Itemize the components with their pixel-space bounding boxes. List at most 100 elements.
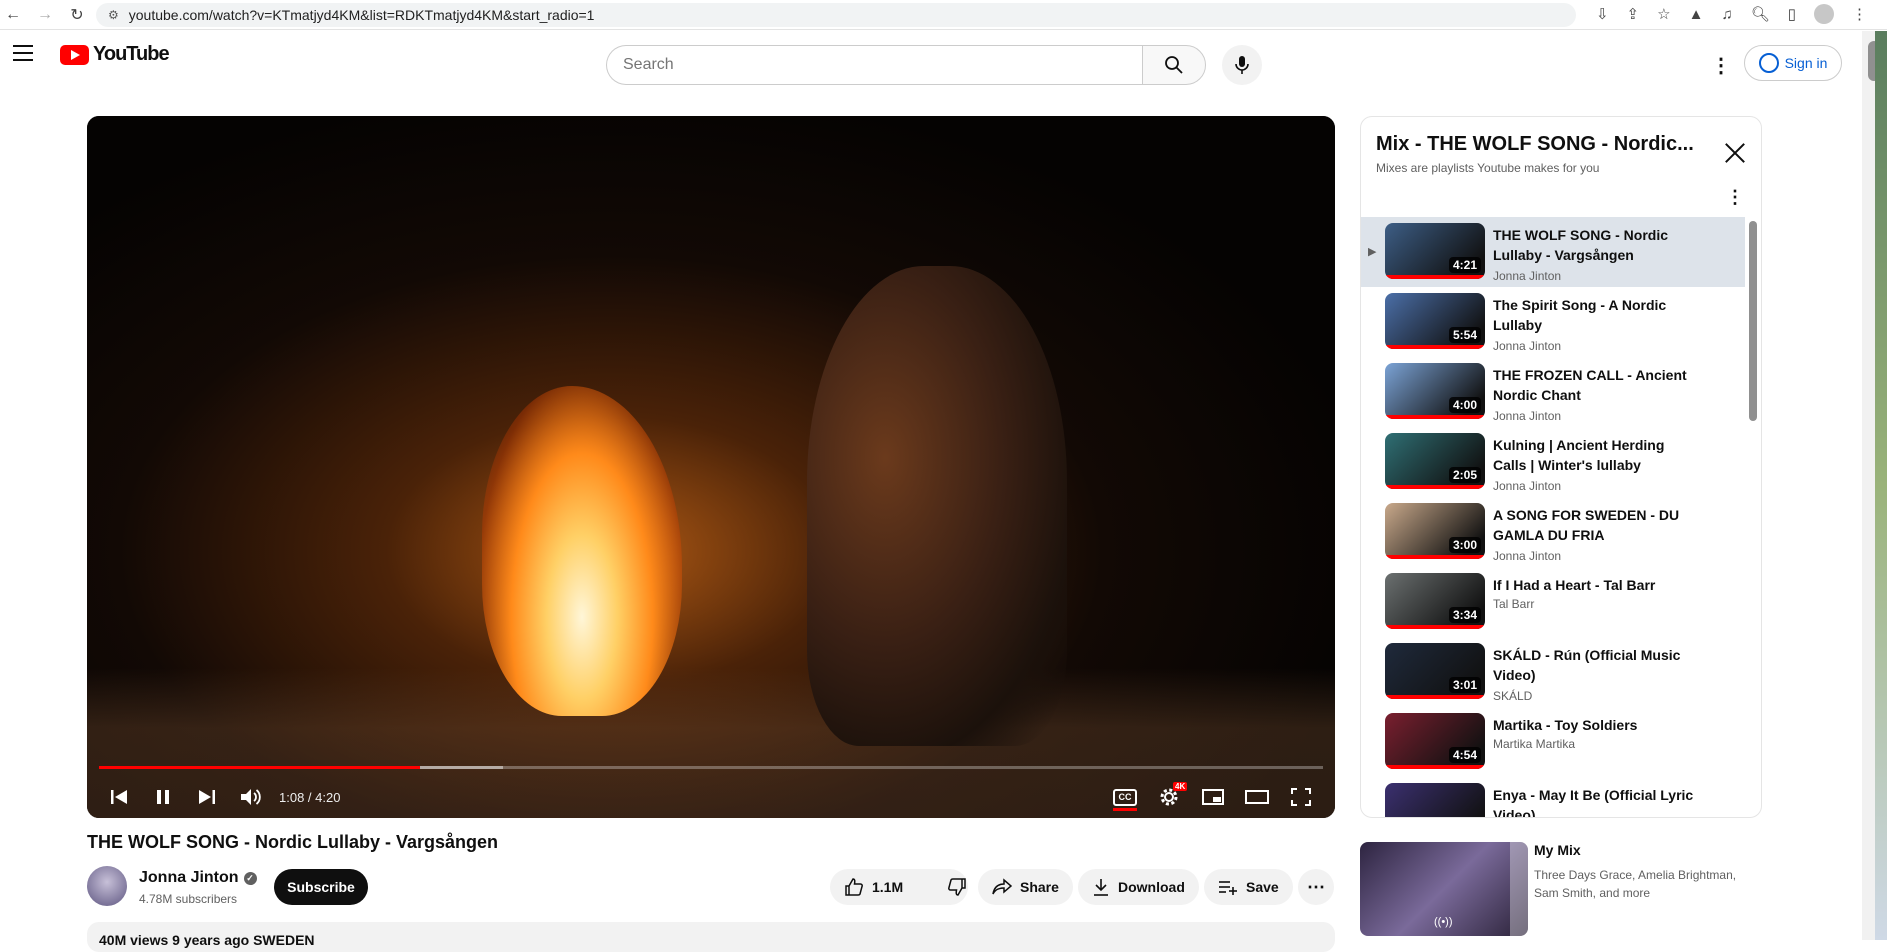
fullscreen-icon bbox=[1291, 788, 1311, 806]
extension-icon[interactable]: ▲ bbox=[1689, 6, 1704, 23]
my-mix-title[interactable]: My Mix bbox=[1534, 842, 1581, 858]
miniplayer-icon bbox=[1202, 789, 1224, 805]
view-stats: 40M views 9 years ago SWEDEN bbox=[99, 932, 315, 948]
playlist-item-channel: Jonna Jinton bbox=[1493, 549, 1562, 563]
played-bar bbox=[99, 766, 420, 769]
video-player[interactable]: 1:08 / 4:20 CC 4K bbox=[87, 116, 1335, 818]
logo-text: YouTube bbox=[93, 43, 170, 65]
youtube-logo[interactable]: YouTube bbox=[60, 43, 170, 66]
previous-icon bbox=[111, 790, 127, 804]
playlist-item-title[interactable]: THE FROZEN CALL - Ancient Nordic Chant bbox=[1493, 365, 1698, 405]
description-box[interactable]: 40M views 9 years ago SWEDEN bbox=[87, 922, 1335, 952]
media-control-icon[interactable]: ♫ bbox=[1721, 6, 1732, 23]
forward-icon[interactable]: → bbox=[36, 6, 54, 24]
watched-bar bbox=[1385, 765, 1485, 769]
bookmark-star-icon[interactable]: ☆ bbox=[1657, 5, 1670, 23]
voice-search-button[interactable] bbox=[1222, 45, 1262, 85]
playlist-item[interactable]: 3:01 SKÁLD - Rún (Official Music Video) SK… bbox=[1361, 637, 1745, 707]
fullscreen-button[interactable] bbox=[1279, 776, 1323, 818]
miniplayer-button[interactable] bbox=[1191, 776, 1235, 818]
playlist-thumbnail[interactable]: 2:05 bbox=[1385, 433, 1485, 489]
playlist-item-title[interactable]: Enya - May It Be (Official Lyric Video) bbox=[1493, 785, 1698, 817]
next-button[interactable] bbox=[185, 776, 229, 818]
playlist-thumbnail[interactable]: 3:01 bbox=[1385, 643, 1485, 699]
playlist-thumbnail[interactable]: 3:34 bbox=[1385, 573, 1485, 629]
playlist-thumbnail[interactable]: 3:35 bbox=[1385, 783, 1485, 817]
playlist-thumbnail[interactable]: 4:00 bbox=[1385, 363, 1485, 419]
volume-icon bbox=[241, 789, 261, 805]
playlist-item[interactable]: 4:00 THE FROZEN CALL - Ancient Nordic Cha… bbox=[1361, 357, 1745, 427]
verified-check-icon: ✓ bbox=[243, 872, 257, 885]
save-button[interactable]: Save bbox=[1204, 869, 1293, 905]
playlist-item-title[interactable]: If I Had a Heart - Tal Barr bbox=[1493, 575, 1698, 595]
menu-icon[interactable] bbox=[13, 45, 33, 61]
theater-mode-button[interactable] bbox=[1235, 776, 1279, 818]
side-panel-icon[interactable]: ▯ bbox=[1788, 5, 1796, 23]
subscribe-button[interactable]: Subscribe bbox=[274, 869, 368, 905]
playlist-subtitle: Mixes are playlists Youtube makes for yo… bbox=[1376, 161, 1600, 175]
playlist-item[interactable]: 3:00 A SONG FOR SWEDEN - DU GAMLA DU FRIA… bbox=[1361, 497, 1745, 567]
playlist-item[interactable]: 3:35 Enya - May It Be (Official Lyric Vid… bbox=[1361, 777, 1745, 817]
like-button[interactable]: 1.1M bbox=[830, 869, 917, 905]
channel-name-row[interactable]: Jonna Jinton ✓ bbox=[139, 869, 257, 887]
like-count: 1.1M bbox=[872, 879, 904, 895]
download-label: Download bbox=[1118, 879, 1185, 895]
playlist-item[interactable]: 5:54 The Spirit Song - A Nordic Lullaby Jo… bbox=[1361, 287, 1745, 357]
playlist-item-title[interactable]: Kulning | Ancient Herding Calls | Winter… bbox=[1493, 435, 1698, 475]
download-button[interactable]: Download bbox=[1078, 869, 1199, 905]
pause-button[interactable] bbox=[141, 776, 185, 818]
my-mix-thumbnail[interactable]: ((•)) bbox=[1360, 842, 1528, 936]
playlist-item-title[interactable]: SKÁLD - Rún (Official Music Video) bbox=[1493, 645, 1698, 685]
playlist-item[interactable]: 4:54 Martika - Toy Soldiers Martika Martik… bbox=[1361, 707, 1745, 777]
subtitles-button[interactable]: CC bbox=[1103, 776, 1147, 818]
playlist-thumbnail[interactable]: 3:00 bbox=[1385, 503, 1485, 559]
playlist-item[interactable]: ▶ 4:21 THE WOLF SONG - Nordic Lullaby - Va… bbox=[1361, 217, 1745, 287]
previous-button[interactable] bbox=[97, 776, 141, 818]
channel-name[interactable]: Jonna Jinton bbox=[139, 869, 239, 886]
playlist-scrollbar[interactable] bbox=[1749, 221, 1757, 421]
search-input[interactable] bbox=[606, 45, 1142, 85]
progress-bar[interactable] bbox=[99, 766, 1323, 769]
time-display: 1:08 / 4:20 bbox=[279, 789, 341, 805]
browser-menu-icon[interactable]: ⋮ bbox=[1852, 5, 1867, 23]
back-icon[interactable]: ← bbox=[4, 6, 22, 24]
share-page-icon[interactable]: ⇪ bbox=[1627, 5, 1640, 23]
settings-button[interactable]: 4K bbox=[1147, 776, 1191, 818]
video-title: THE WOLF SONG - Nordic Lullaby - Vargsån… bbox=[87, 832, 499, 852]
playlist-item[interactable]: 3:34 If I Had a Heart - Tal Barr Tal Barr bbox=[1361, 567, 1745, 637]
channel-avatar[interactable] bbox=[87, 866, 127, 906]
add-to-playlist-icon bbox=[1219, 881, 1237, 895]
sign-in-button[interactable]: Sign in bbox=[1744, 45, 1842, 81]
playlist-item-title[interactable]: Martika - Toy Soldiers bbox=[1493, 715, 1698, 735]
playlist-item-title[interactable]: The Spirit Song - A Nordic Lullaby bbox=[1493, 295, 1698, 335]
install-app-icon[interactable]: ⇩ bbox=[1596, 5, 1609, 23]
duration-badge: 3:34 bbox=[1448, 607, 1481, 623]
playlist-title[interactable]: Mix - THE WOLF SONG - Nordic... bbox=[1376, 133, 1696, 156]
more-actions-button[interactable]: ⋯ bbox=[1298, 869, 1334, 905]
dislike-button[interactable] bbox=[933, 869, 981, 905]
search-icon bbox=[1165, 56, 1183, 74]
share-button[interactable]: Share bbox=[978, 869, 1073, 905]
microphone-icon bbox=[1235, 56, 1249, 74]
playlist-menu-icon[interactable]: ⋮ bbox=[1726, 187, 1744, 208]
watched-bar bbox=[1385, 485, 1485, 489]
address-bar[interactable]: ⚙ youtube.com/watch?v=KTmatjyd4KM&list=R… bbox=[96, 3, 1576, 27]
profile-avatar[interactable] bbox=[1814, 4, 1834, 24]
playlist-thumbnail[interactable]: 4:21 bbox=[1385, 223, 1485, 279]
cc-icon: CC bbox=[1113, 788, 1137, 811]
playlist-item[interactable]: 2:05 Kulning | Ancient Herding Calls | Wi… bbox=[1361, 427, 1745, 497]
site-info-icon[interactable]: ⚙ bbox=[108, 8, 119, 22]
next-icon bbox=[199, 790, 215, 804]
search-button[interactable] bbox=[1142, 45, 1206, 85]
close-icon[interactable] bbox=[1724, 142, 1746, 164]
reload-icon[interactable]: ↻ bbox=[68, 5, 86, 25]
zoom-icon[interactable]: 🔍︎ bbox=[1751, 5, 1770, 23]
mute-button[interactable] bbox=[229, 776, 273, 818]
playlist-item-title[interactable]: THE WOLF SONG - Nordic Lullaby - Vargsån… bbox=[1493, 225, 1698, 265]
settings-menu-icon[interactable]: ⋮ bbox=[1706, 51, 1736, 79]
playlist-thumbnail[interactable]: 5:54 bbox=[1385, 293, 1485, 349]
playlist-item-title[interactable]: A SONG FOR SWEDEN - DU GAMLA DU FRIA bbox=[1493, 505, 1698, 545]
radio-icon: ((•)) bbox=[1434, 916, 1453, 928]
sign-in-label: Sign in bbox=[1784, 55, 1828, 71]
playlist-thumbnail[interactable]: 4:54 bbox=[1385, 713, 1485, 769]
